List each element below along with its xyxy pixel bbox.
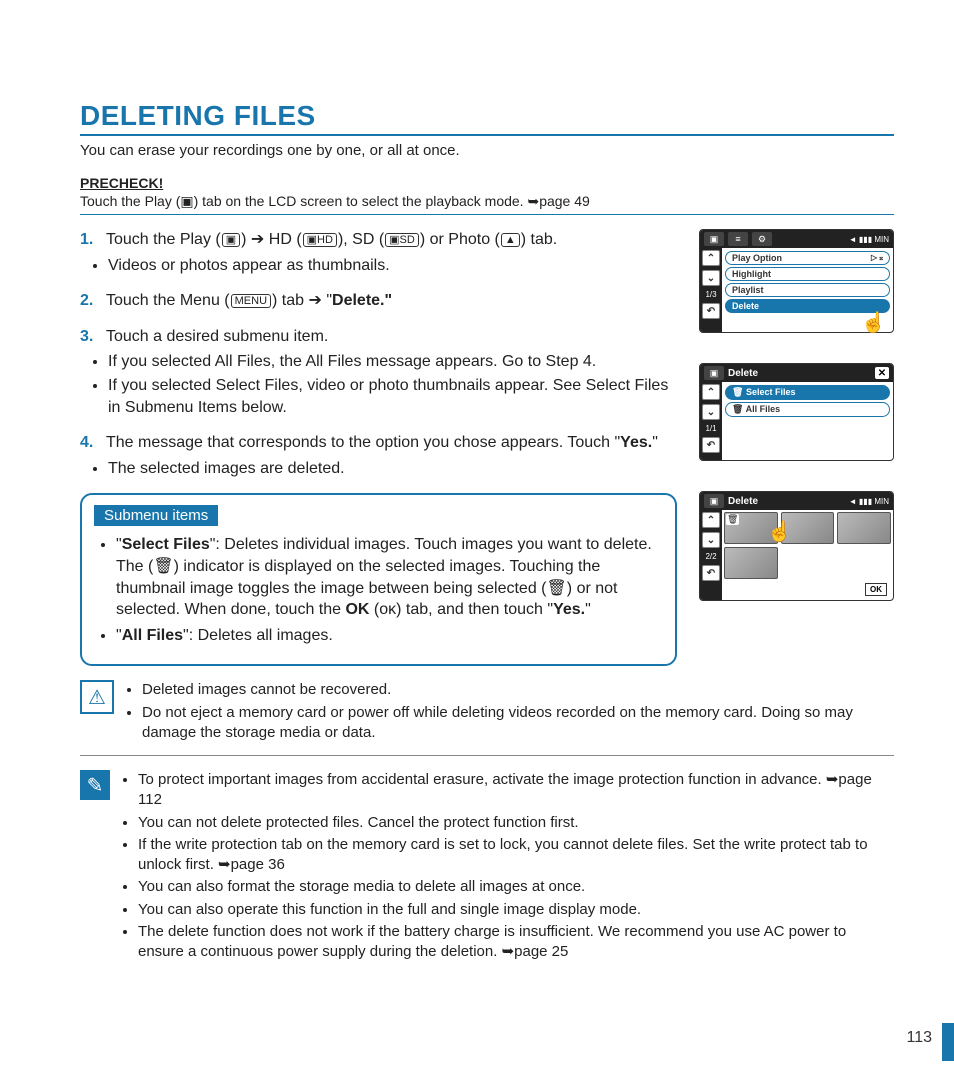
info-5: You can also operate this function in th… xyxy=(138,900,894,920)
page-number: 113 xyxy=(906,1029,932,1047)
hd-icon: ▣HD xyxy=(303,233,337,247)
ok-button: OK xyxy=(865,583,887,596)
up-icon: ⌃ xyxy=(702,384,720,400)
battery-icon: ◄ ▮▮▮ MIN xyxy=(849,235,889,244)
thumb xyxy=(837,512,891,544)
play-tab-icon: ▣ xyxy=(704,494,724,508)
lcd3-page: 2/2 xyxy=(705,552,716,561)
submenu-box: Submenu items "Select Files": Deletes in… xyxy=(80,493,677,666)
divider xyxy=(80,214,894,215)
submenu-title: Submenu items xyxy=(94,505,218,526)
step-4: 4.The message that corresponds to the op… xyxy=(80,432,677,479)
warn-1: Deleted images cannot be recovered. xyxy=(142,680,894,700)
edge-tab xyxy=(942,1023,954,1061)
up-icon: ⌃ xyxy=(702,512,720,528)
lcd-screenshot-1: ▣ ≡ ⚙ ◄ ▮▮▮ MIN ⌃ ⌄ 1/3 ↶ Play Option▷ 𝄪… xyxy=(699,229,894,333)
step-1: 1.Touch the Play (▣) ➔ HD (▣HD), SD (▣SD… xyxy=(80,229,677,276)
play-icon: ▣ xyxy=(222,233,240,247)
info-2: You can not delete protected files. Canc… xyxy=(138,813,894,833)
lcd3-title: Delete xyxy=(728,496,758,507)
warn-2: Do not eject a memory card or power off … xyxy=(142,703,894,744)
lcd-screenshot-2: ▣ Delete ✕ ⌃ ⌄ 1/1 ↶ 🗑 Select Files 🗑 Al… xyxy=(699,363,894,461)
page-title: DELETING FILES xyxy=(80,100,894,136)
step-3-sub2: If you selected Select Files, video or p… xyxy=(108,375,677,418)
warning-note: ⚠ Deleted images cannot be recovered. Do… xyxy=(80,680,894,745)
info-4: You can also format the storage media to… xyxy=(138,877,894,897)
precheck-label: PRECHECK! xyxy=(80,175,894,191)
back-icon: ↶ xyxy=(702,565,720,581)
submenu-select-files: "Select Files": Deletes individual image… xyxy=(116,534,657,620)
play-tab-icon: ▣ xyxy=(704,366,724,380)
info-1: To protect important images from acciden… xyxy=(138,770,894,811)
warning-icon: ⚠ xyxy=(80,680,114,714)
menu-highlight: Highlight xyxy=(725,267,890,281)
lcd2-title: Delete xyxy=(728,368,758,379)
lcd2-page: 1/1 xyxy=(705,424,716,433)
lcd-screenshot-3: ▣ Delete ◄ ▮▮▮ MIN ⌃ ⌄ 2/2 ↶ xyxy=(699,491,894,601)
divider xyxy=(80,755,894,756)
menu-all-files: 🗑 All Files xyxy=(725,402,890,417)
menu-playlist: Playlist xyxy=(725,283,890,297)
sd-icon: ▣SD xyxy=(385,233,419,247)
info-6: The delete function does not work if the… xyxy=(138,922,894,963)
step-1-sub: Videos or photos appear as thumbnails. xyxy=(108,255,677,277)
note-icon: ✎ xyxy=(80,770,110,800)
intro-text: You can erase your recordings one by one… xyxy=(80,142,894,159)
down-icon: ⌄ xyxy=(702,532,720,548)
menu-select-files: 🗑 Select Files xyxy=(725,385,890,400)
battery-icon: ◄ ▮▮▮ MIN xyxy=(849,497,889,506)
lcd1-page: 1/3 xyxy=(705,290,716,299)
photo-icon: ▲ xyxy=(501,233,520,247)
precheck-text: Touch the Play (▣) tab on the LCD screen… xyxy=(80,193,894,210)
submenu-all-files: "All Files": Deletes all images. xyxy=(116,625,657,647)
step-3-sub1: If you selected All Files, the All Files… xyxy=(108,351,677,373)
down-icon: ⌄ xyxy=(702,270,720,286)
back-icon: ↶ xyxy=(702,303,720,319)
menu-icon: MENU xyxy=(231,294,271,308)
list-tab-icon: ≡ xyxy=(728,232,748,246)
back-icon: ↶ xyxy=(702,437,720,453)
info-3: If the write protection tab on the memor… xyxy=(138,835,894,876)
step-3: 3.Touch a desired submenu item. If you s… xyxy=(80,326,677,418)
thumb xyxy=(781,512,835,544)
down-icon: ⌄ xyxy=(702,404,720,420)
menu-play-option: Play Option▷ 𝄪 xyxy=(725,251,890,265)
play-tab-icon: ▣ xyxy=(704,232,724,246)
gear-tab-icon: ⚙ xyxy=(752,232,772,246)
info-note: ✎ To protect important images from accid… xyxy=(80,770,894,964)
step-2: 2.Touch the Menu (MENU) tab ➔ "Delete." xyxy=(80,290,677,312)
thumb-selected xyxy=(724,512,778,544)
step-4-sub: The selected images are deleted. xyxy=(108,458,677,480)
close-icon: ✕ xyxy=(875,367,889,379)
menu-delete: Delete xyxy=(725,299,890,313)
thumb xyxy=(724,547,778,579)
up-icon: ⌃ xyxy=(702,250,720,266)
